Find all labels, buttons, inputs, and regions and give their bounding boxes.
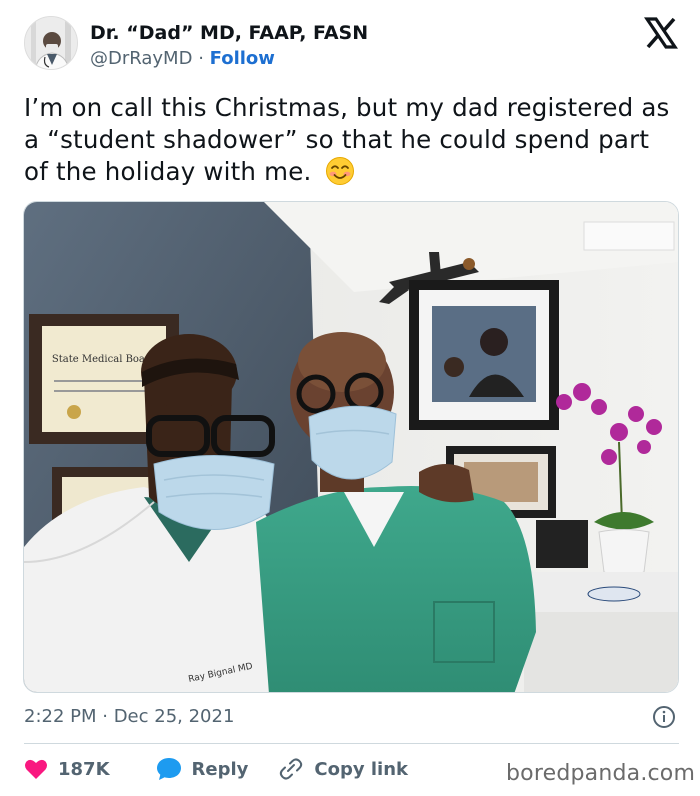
avatar-photo-icon bbox=[25, 17, 77, 69]
link-icon bbox=[280, 758, 303, 780]
display-name[interactable]: Dr. “Dad” MD, FAAP, FASN bbox=[90, 22, 368, 44]
handle-separator: · bbox=[198, 48, 204, 69]
photo-two-men-icon: State Medical Board Ray Bignal MD bbox=[24, 202, 678, 692]
smiling-face-emoji-icon bbox=[325, 156, 355, 186]
heart-icon bbox=[25, 759, 47, 779]
x-logo-icon[interactable] bbox=[643, 16, 679, 50]
copy-link-label: Copy link bbox=[314, 758, 408, 780]
user-handle[interactable]: @DrRayMD bbox=[90, 48, 192, 69]
copy-link-button[interactable]: Copy link bbox=[278, 757, 408, 781]
watermark: boredpanda.com bbox=[506, 761, 696, 786]
follow-button[interactable]: Follow bbox=[210, 48, 275, 69]
tweet-timestamp[interactable]: 2:22 PM · Dec 25, 2021 bbox=[24, 706, 234, 727]
reply-button[interactable]: Reply bbox=[156, 757, 249, 781]
tweet-text: I’m on call this Christmas, but my dad r… bbox=[24, 92, 674, 188]
reply-bubble-icon bbox=[156, 758, 181, 780]
info-icon[interactable] bbox=[652, 705, 676, 729]
handle-row: @DrRayMD · Follow bbox=[90, 48, 275, 69]
tweet-photo[interactable]: State Medical Board Ray Bignal MD bbox=[23, 201, 679, 693]
like-button[interactable]: 187K bbox=[24, 758, 110, 780]
divider bbox=[24, 743, 679, 744]
action-bar: 187K Reply Copy link bbox=[24, 756, 408, 782]
like-count: 187K bbox=[58, 758, 110, 780]
reply-label: Reply bbox=[191, 758, 249, 780]
svg-text:State Medical Board: State Medical Board bbox=[52, 354, 157, 365]
avatar[interactable] bbox=[24, 16, 78, 70]
